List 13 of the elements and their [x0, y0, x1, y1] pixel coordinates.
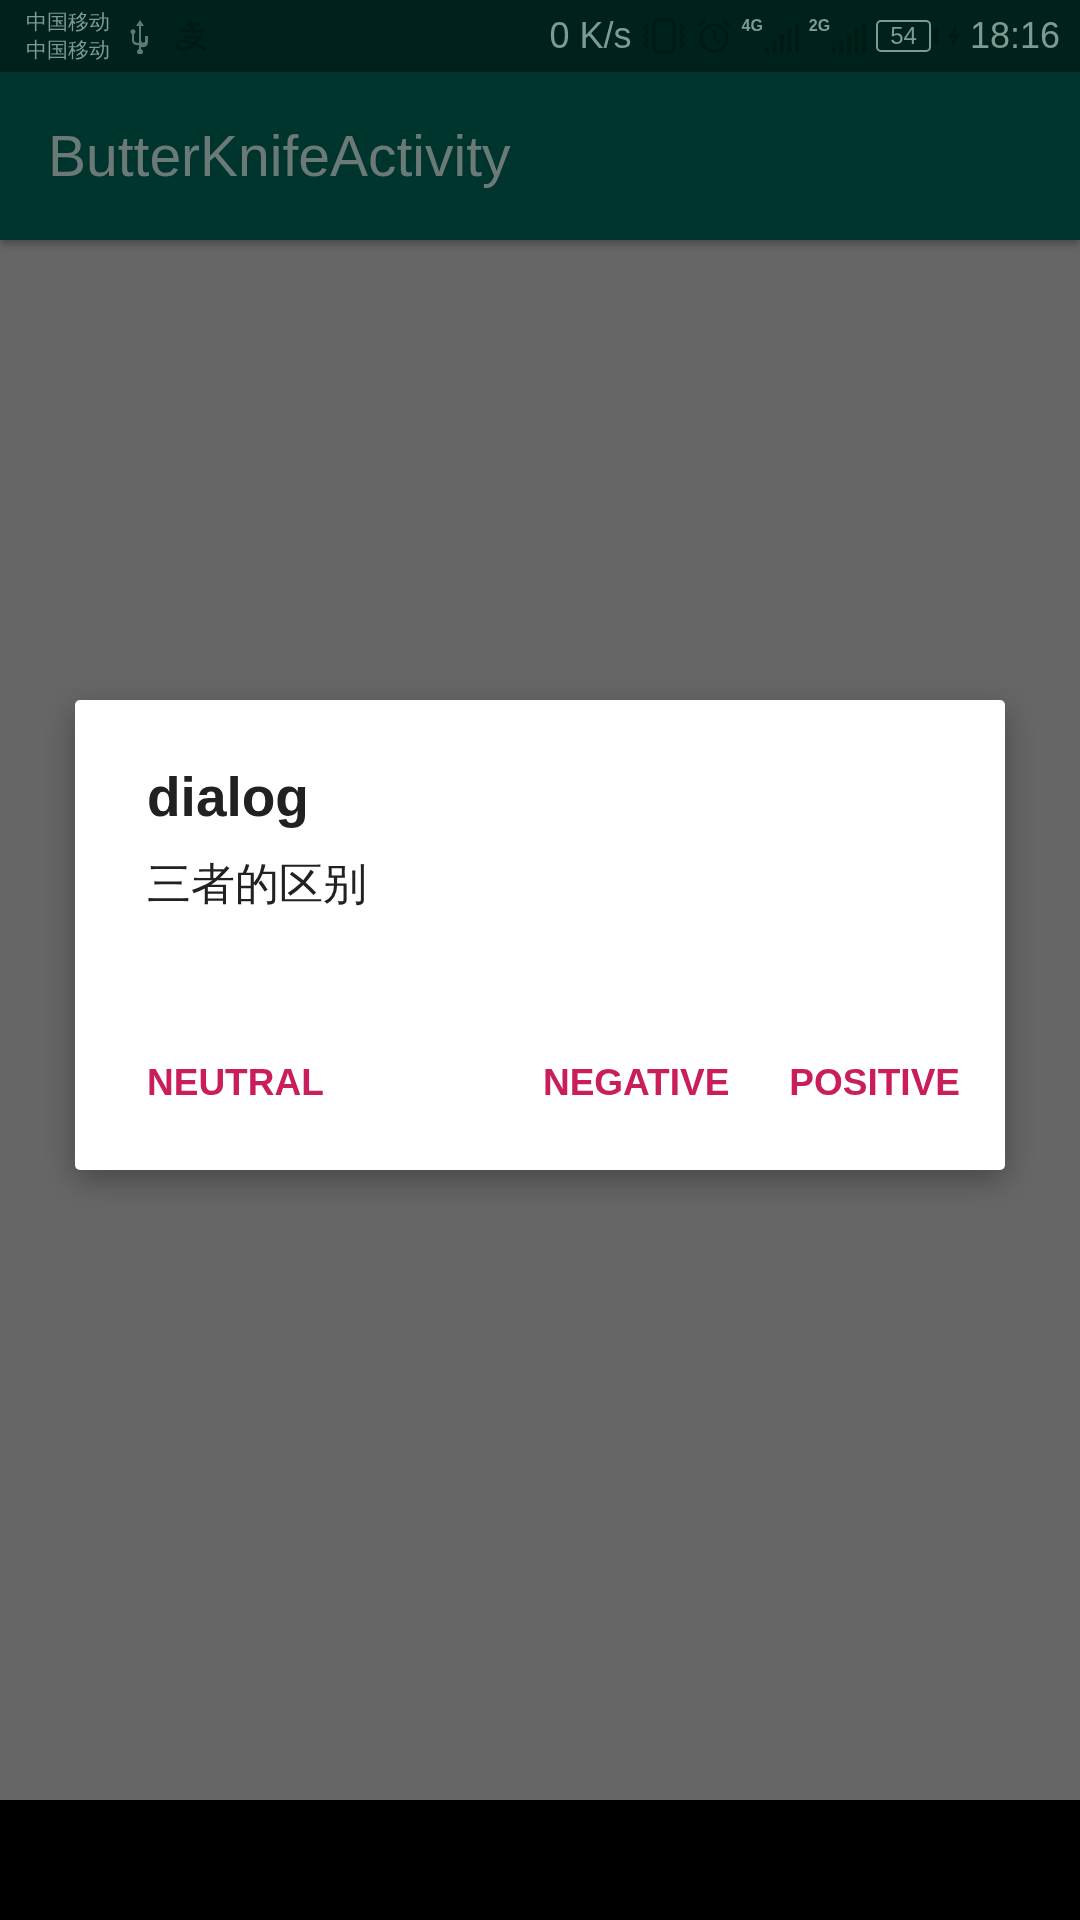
- neutral-button[interactable]: NEUTRAL: [147, 1062, 324, 1104]
- app-title: ButterKnifeActivity: [48, 123, 511, 189]
- dialog-message: 三者的区别: [147, 857, 368, 911]
- network-type: 2G: [808, 17, 831, 35]
- negative-button[interactable]: NEGATIVE: [542, 1062, 730, 1104]
- dialog-title: dialog: [147, 765, 310, 830]
- carrier-name: 中国移动: [26, 37, 110, 64]
- network-speed: 0 K/s: [549, 15, 632, 57]
- network-type: 4G: [741, 17, 763, 35]
- carrier-name: 中国移动: [26, 9, 110, 36]
- clock: 18:16: [969, 15, 1060, 57]
- battery-indicator: 54: [876, 20, 938, 52]
- positive-button[interactable]: POSITIVE: [789, 1062, 960, 1104]
